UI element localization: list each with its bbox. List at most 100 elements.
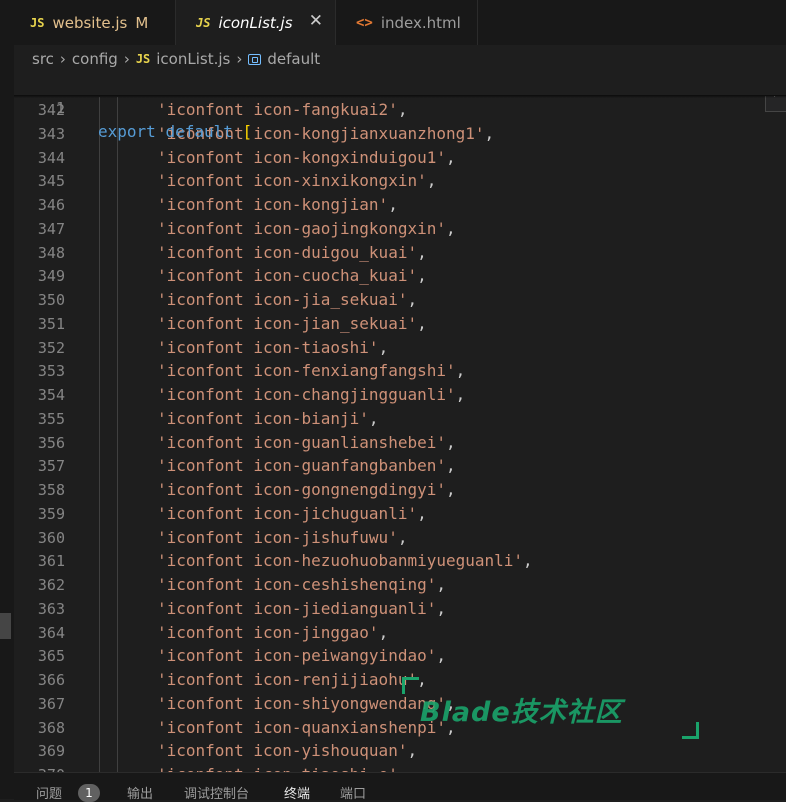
breadcrumb-item-default[interactable]: default — [267, 50, 320, 68]
breadcrumb-item-src[interactable]: src — [32, 50, 54, 68]
line-number: 354 — [37, 386, 65, 404]
panel-tab-problems[interactable]: 问题 — [36, 783, 62, 802]
string-literal: 'iconfont icon-cuocha_kuai' — [157, 266, 418, 286]
close-icon[interactable]: ✕ — [309, 11, 323, 31]
code-line[interactable]: 342'iconfont icon-fangkuai2', — [14, 98, 786, 122]
code-line[interactable]: 365 'iconfont icon-peiwangyindao', — [14, 644, 786, 668]
code-text: 'iconfont icon-tiaoshi', — [157, 336, 388, 360]
code-text: 'iconfont icon-jiedianguanli', — [157, 597, 446, 621]
string-literal: 'iconfont icon-changjingguanli' — [157, 385, 456, 404]
keyword: default — [165, 122, 233, 141]
line-number: 345 — [37, 172, 65, 191]
code-text: 'iconfont icon-fenxiangfangshi', — [157, 359, 465, 383]
comma: , — [523, 551, 533, 571]
code-text: 'iconfont icon-cuocha_kuai', — [157, 264, 427, 288]
comma: , — [398, 765, 408, 772]
comma: , — [436, 646, 446, 666]
code-line[interactable]: 356 'iconfont icon-guanlianshebei', — [14, 431, 786, 455]
code-line[interactable]: 369 'iconfont icon-yishouquan', — [14, 739, 786, 763]
line-number: 368 — [37, 718, 65, 737]
string-literal: 'iconfont icon-guanfangbanben' — [157, 456, 446, 476]
string-literal: 'iconfont icon-guanlianshebei' — [157, 432, 446, 452]
panel-tab-terminal[interactable]: 终端 — [284, 783, 310, 802]
string-literal: 'iconfont icon-gongnengdingyi' — [157, 480, 446, 499]
modified-indicator: M — [135, 13, 149, 32]
line-number: 1 — [55, 99, 65, 117]
code-line[interactable]: 358 'iconfont icon-gongnengdingyi', — [14, 478, 786, 502]
code-editor[interactable]: 1 export default [ 342'iconfont icon-fan… — [14, 72, 786, 772]
code-line[interactable]: 350 'iconfont icon-jia_sekuai', — [14, 288, 786, 312]
line-number: 361 — [37, 552, 65, 571]
line-number: 370 — [14, 763, 65, 772]
tab-label: website.js — [52, 13, 128, 32]
code-text: 'iconfont icon-jian_sekuai', — [157, 312, 427, 336]
code-line[interactable]: 370 'iconfont icon-tiaoshi_e', — [14, 763, 786, 772]
line-number: 353 — [37, 362, 65, 381]
watermark-text: Blade技术社区 — [420, 697, 623, 728]
comma: , — [455, 361, 466, 381]
panel-tab-debug-console[interactable]: 调试控制台 — [184, 783, 249, 802]
line-number: 348 — [37, 243, 65, 262]
string-literal: 'iconfont icon-gaojingkongxin' — [157, 218, 446, 238]
code-line[interactable]: 359 'iconfont icon-jichuguanli', — [14, 502, 786, 526]
string-literal: 'iconfont icon-yishouquan' — [157, 741, 408, 761]
watermark-corner — [402, 677, 419, 694]
line-number: 359 — [37, 504, 65, 523]
chevron-right-icon: › — [59, 50, 66, 68]
keyword: export — [98, 122, 156, 141]
panel-tab-ports[interactable]: 端口 — [340, 783, 366, 802]
code-line[interactable]: 344'iconfont icon-kongxinduigou1', — [14, 146, 786, 170]
code-line[interactable]: 347 'iconfont icon-gaojingkongxin', — [14, 217, 786, 241]
comma: , — [417, 313, 427, 333]
code-line[interactable]: 364 'iconfont icon-jinggao', — [14, 621, 786, 645]
code-text: 'iconfont icon-xinxikongxin', — [157, 169, 436, 193]
string-literal: 'iconfont icon-jia_sekuai' — [157, 290, 408, 309]
line-number: 367 — [37, 694, 65, 713]
string-literal: 'iconfont icon-jishufuwu' — [157, 527, 398, 547]
html-file-icon: <> — [356, 14, 373, 31]
code-text: 'iconfont icon-tiaoshi_e', — [157, 763, 407, 772]
panel-tab-output[interactable]: 输出 — [127, 783, 153, 802]
tab-iconlist-js[interactable]: JS iconList.js ✕ — [176, 0, 336, 45]
tab-website-js[interactable]: JS website.js M — [14, 0, 176, 45]
line-number: 364 — [37, 623, 65, 642]
comma: , — [445, 456, 456, 476]
string-literal: 'iconfont icon-kongxinduigou1' — [157, 147, 446, 167]
code-line[interactable]: 363 'iconfont icon-jiedianguanli', — [14, 597, 786, 621]
breadcrumb-item-file[interactable]: iconList.js — [156, 50, 230, 68]
scroll-marker — [0, 613, 11, 639]
code-line[interactable]: 354 'iconfont icon-changjingguanli', — [14, 383, 786, 407]
comma: , — [445, 480, 456, 499]
code-line[interactable]: 357 'iconfont icon-guanfangbanben', — [14, 454, 786, 478]
code-text: 'iconfont icon-hezuohuobanmiyueguanli', — [157, 549, 533, 573]
comma: , — [445, 218, 456, 238]
chevron-right-icon: › — [236, 50, 243, 68]
line-number: 369 — [37, 742, 65, 761]
code-line[interactable]: 362 'iconfont icon-ceshishenqing', — [14, 573, 786, 597]
line-number: 350 — [37, 291, 65, 309]
comma: , — [378, 622, 389, 642]
code-text: 'iconfont icon-duigou_kuai', — [157, 241, 427, 265]
code-line[interactable]: 360 'iconfont icon-jishufuwu', — [14, 526, 786, 550]
problems-count-badge: 1 — [78, 784, 100, 802]
breadcrumb-item-config[interactable]: config — [72, 50, 118, 68]
code-line[interactable]: 346 'iconfont icon-kongjian', — [14, 193, 786, 217]
left-activity-strip — [0, 0, 14, 799]
code-line[interactable]: 345 'iconfont icon-xinxikongxin', — [14, 169, 786, 193]
sticky-scroll-line[interactable]: 1 export default [ — [14, 72, 786, 141]
string-literal: 'iconfont icon-hezuohuobanmiyueguanli' — [157, 551, 524, 571]
tab-index-html[interactable]: <> index.html — [336, 0, 478, 45]
line-number: 365 — [37, 647, 65, 666]
line-number: 360 — [37, 528, 65, 547]
code-line[interactable]: 353 'iconfont icon-fenxiangfangshi', — [14, 359, 786, 383]
comma: , — [368, 408, 379, 428]
string-literal: 'iconfont icon-renjijiaohu' — [157, 670, 418, 689]
code-line[interactable]: 349 'iconfont icon-cuocha_kuai', — [14, 264, 786, 288]
code-line[interactable]: 352 'iconfont icon-tiaoshi', — [14, 336, 786, 360]
code-line[interactable]: 361 'iconfont icon-hezuohuobanmiyueguanli… — [14, 549, 786, 573]
code-line[interactable]: 355 'iconfont icon-bianji', — [14, 407, 786, 431]
code-line[interactable]: 348 'iconfont icon-duigou_kuai', — [14, 241, 786, 265]
code-line[interactable]: 351 'iconfont icon-jian_sekuai', — [14, 312, 786, 336]
code-text: 'iconfont icon-gongnengdingyi', — [157, 478, 456, 502]
comma: , — [407, 290, 418, 309]
